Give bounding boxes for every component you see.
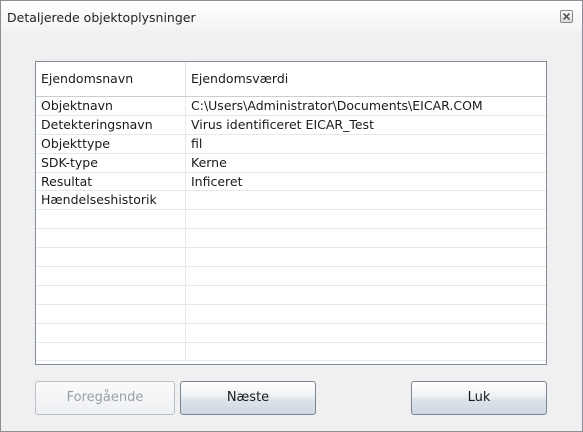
property-name-cell: Detekteringsnavn bbox=[36, 115, 186, 135]
table-body: Objektnavn C:\Users\Administrator\Documen… bbox=[36, 97, 546, 362]
property-name-cell bbox=[36, 285, 186, 305]
table-row[interactable] bbox=[36, 304, 546, 324]
property-value-cell bbox=[186, 305, 546, 323]
property-value-cell bbox=[186, 267, 546, 285]
property-value-cell bbox=[186, 324, 546, 342]
property-value-cell: C:\Users\Administrator\Documents\EICAR.C… bbox=[191, 98, 483, 113]
property-value-cell: Inficeret bbox=[191, 173, 243, 189]
property-value-cell: Virus identificeret EICAR_Test bbox=[191, 116, 374, 132]
table-row[interactable] bbox=[36, 323, 546, 343]
property-name-cell: Resultat bbox=[36, 172, 186, 192]
property-name-cell bbox=[36, 210, 186, 230]
property-value-cell bbox=[186, 191, 546, 209]
object-details-dialog: Detaljerede objektoplysninger Ejendomsna… bbox=[0, 0, 583, 432]
properties-table[interactable]: Ejendomsnavn Ejendomsværdi Objektnavn C:\… bbox=[35, 61, 547, 365]
table-row[interactable]: Detekteringsnavn Virus identificeret EICA… bbox=[36, 115, 546, 135]
close-button[interactable]: Luk bbox=[411, 381, 547, 415]
property-value-cell: fil bbox=[191, 135, 203, 151]
table-row[interactable]: Objektnavn C:\Users\Administrator\Documen… bbox=[36, 97, 546, 116]
table-row[interactable] bbox=[36, 210, 546, 230]
column-header-property-name[interactable]: Ejendomsnavn bbox=[36, 62, 186, 96]
table-row[interactable]: Resultat Inficeret bbox=[36, 172, 546, 192]
property-name-cell bbox=[36, 323, 186, 343]
property-name-cell: SDK-type bbox=[36, 153, 186, 173]
property-value-cell bbox=[186, 248, 546, 266]
property-value-cell bbox=[186, 343, 546, 361]
table-row[interactable] bbox=[36, 342, 546, 362]
table-row[interactable] bbox=[36, 285, 546, 305]
property-value-cell: Kerne bbox=[191, 154, 227, 170]
table-row[interactable] bbox=[36, 229, 546, 249]
property-name-cell: Objekttype bbox=[36, 134, 186, 154]
dialog-title: Detaljerede objektoplysninger bbox=[7, 10, 196, 25]
table-header: Ejendomsnavn Ejendomsværdi bbox=[36, 62, 546, 97]
property-value-cell bbox=[186, 286, 546, 304]
property-name-cell: Hændelseshistorik bbox=[36, 191, 186, 211]
property-name-cell bbox=[36, 304, 186, 324]
property-name-cell bbox=[36, 229, 186, 249]
table-row[interactable]: SDK-type Kerne bbox=[36, 153, 546, 173]
column-header-property-value[interactable]: Ejendomsværdi bbox=[186, 62, 546, 96]
property-name-cell bbox=[36, 342, 186, 362]
close-icon[interactable] bbox=[560, 10, 573, 23]
table-row[interactable] bbox=[36, 267, 546, 286]
table-row[interactable]: Hændelseshistorik bbox=[36, 191, 546, 211]
property-name-cell bbox=[36, 248, 186, 268]
table-row[interactable] bbox=[36, 248, 546, 268]
title-bar: Detaljerede objektoplysninger bbox=[1, 1, 582, 33]
property-value-cell bbox=[186, 210, 546, 228]
property-value-cell bbox=[186, 229, 546, 247]
previous-button: Foregående bbox=[35, 381, 175, 415]
next-button[interactable]: Næste bbox=[180, 381, 316, 415]
property-name-cell bbox=[36, 267, 186, 286]
table-row[interactable]: Objekttype fil bbox=[36, 134, 546, 154]
property-name-cell: Objektnavn bbox=[36, 97, 186, 116]
